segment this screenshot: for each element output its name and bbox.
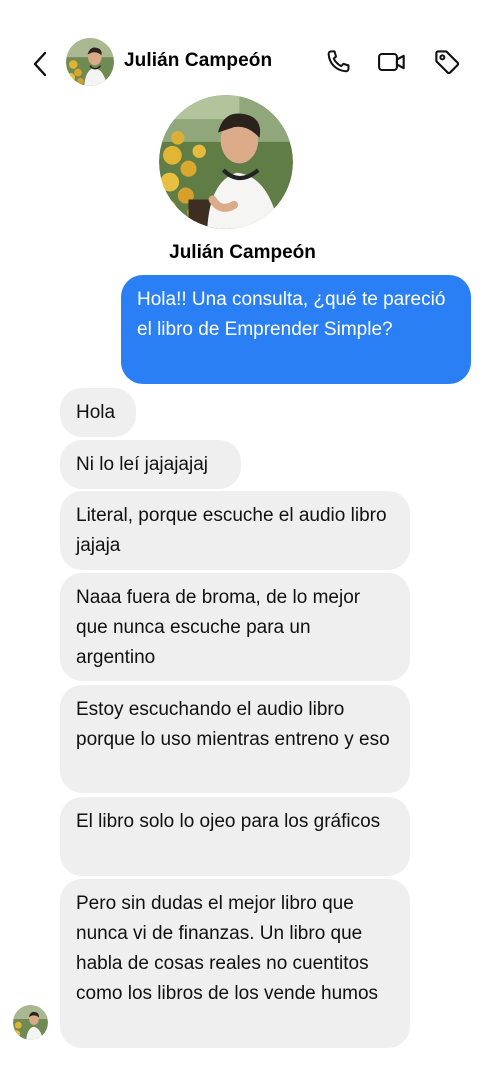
profile-name: Julián Campeón [169,242,316,263]
chevron-left-icon [32,51,48,77]
phone-icon [323,47,353,77]
tag-button[interactable] [431,46,463,78]
message-received[interactable]: Pero sin dudas el mejor libro que nunca … [60,879,410,1048]
message-received[interactable]: Literal, porque escuche el audio libro j… [60,491,410,570]
sender-avatar[interactable] [13,1005,48,1040]
message-received[interactable]: Ni lo leí jajajajaj [60,440,241,489]
video-camera-icon [376,47,408,77]
message-sent[interactable]: Hola!! Una consulta, ¿qué te pareció el … [121,275,471,384]
chat-screen: Julián Campeón Julián Campeón Hola!! Una… [0,22,485,1086]
tag-icon [432,47,462,77]
video-call-button[interactable] [376,46,408,78]
message-received[interactable]: Hola [60,388,136,437]
call-button[interactable] [322,46,354,78]
back-button[interactable] [26,48,54,80]
profile-avatar[interactable] [159,95,293,229]
message-received[interactable]: Estoy escuchando el audio libro porque l… [60,685,410,793]
contact-avatar[interactable] [66,38,114,86]
message-received[interactable]: El libro solo lo ojeo para los gráficos [60,797,410,876]
message-received[interactable]: Naaa fuera de broma, de lo mejor que nun… [60,573,410,681]
chat-header: Julián Campeón [0,36,485,88]
contact-name[interactable]: Julián Campeón [124,50,272,72]
